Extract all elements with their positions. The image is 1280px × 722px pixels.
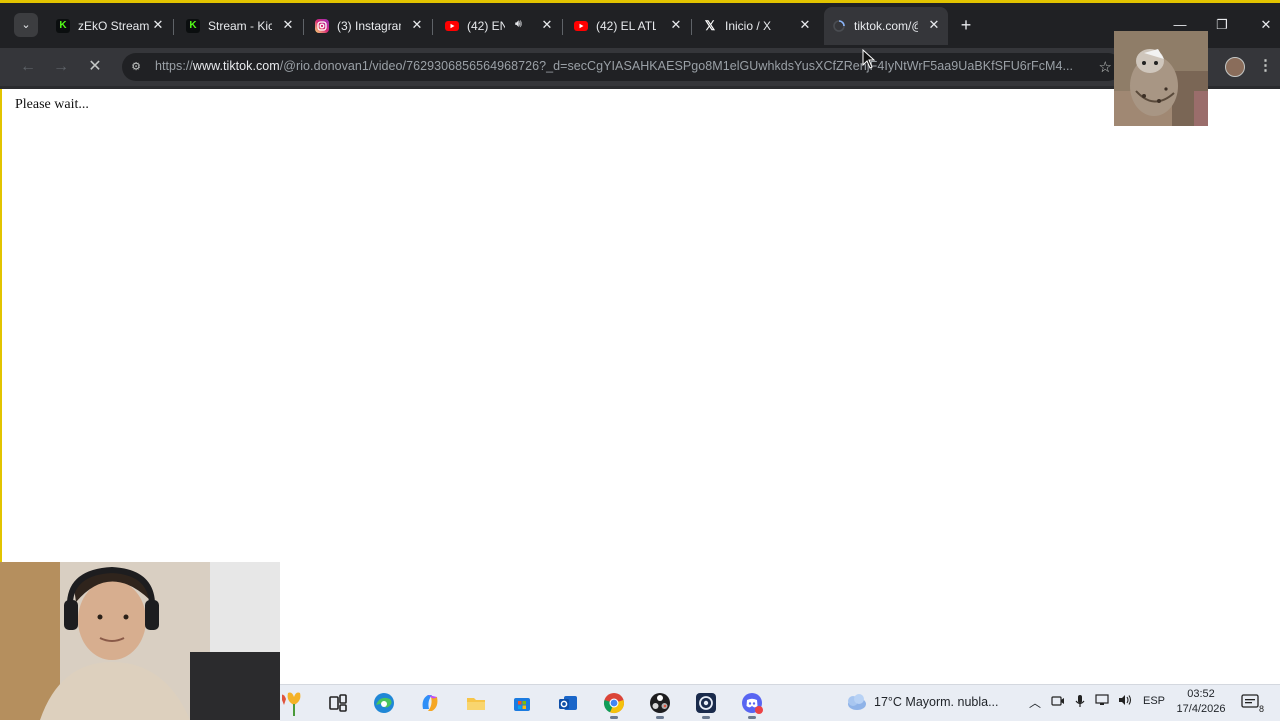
- tab-title: Stream - Kick: [208, 19, 272, 33]
- obs-icon[interactable]: [648, 691, 672, 715]
- page-loading-text: Please wait...: [15, 97, 89, 112]
- profile-avatar[interactable]: [1225, 57, 1245, 77]
- clock-date: 17/4/2026: [1176, 703, 1226, 715]
- windows-taskbar: 17°C Mayorm. nubla... ︿ ESP 03:52 17/4/2…: [280, 684, 1280, 721]
- weather-text[interactable]: 17°C Mayorm. nubla...: [874, 695, 999, 709]
- tulip-icon[interactable]: [280, 689, 310, 717]
- tab-youtube-el-atleti[interactable]: (42) EL ATLETI ✕: [566, 7, 690, 45]
- tab-instagram[interactable]: (3) Instagram ✕: [307, 7, 431, 45]
- url-text[interactable]: https://www.tiktok.com/@rio.donovan1/vid…: [155, 59, 1085, 73]
- running-indicator: [610, 716, 618, 719]
- discord-icon[interactable]: [740, 691, 764, 715]
- speaker-icon[interactable]: 🔊︎: [515, 18, 522, 31]
- meet-now-icon[interactable]: [1049, 694, 1067, 711]
- file-explorer-icon[interactable]: [464, 691, 488, 715]
- copilot-icon[interactable]: [418, 691, 442, 715]
- system-clock[interactable]: 03:52 17/4/2026: [1174, 687, 1228, 717]
- youtube-icon: [574, 19, 588, 33]
- volume-icon[interactable]: [1116, 694, 1134, 709]
- tab-title: tiktok.com/@: [854, 19, 918, 33]
- stop-loading-button[interactable]: ✕: [84, 56, 106, 78]
- tab-separator: [432, 19, 433, 35]
- close-icon: ✕: [1260, 17, 1272, 32]
- notification-count: 8: [1258, 704, 1264, 714]
- tab-strip: ⌄ K zEkO Stream ✕ K Stream - Kick ✕ (3) …: [0, 3, 1280, 48]
- tab-stream-kick[interactable]: K Stream - Kick ✕: [178, 7, 302, 45]
- plus-icon: +: [960, 15, 972, 35]
- tab-separator: [173, 19, 174, 35]
- network-icon[interactable]: [1093, 694, 1111, 709]
- microsoft-store-icon[interactable]: [510, 691, 534, 715]
- kick-icon: K: [56, 19, 70, 33]
- tab-zeko-stream[interactable]: K zEkO Stream ✕: [48, 7, 172, 45]
- close-icon[interactable]: ✕: [150, 17, 166, 33]
- arrow-right-icon: →: [53, 58, 69, 75]
- running-indicator: [702, 716, 710, 719]
- close-icon[interactable]: ✕: [409, 17, 425, 33]
- tab-title: (42) EL ATLETI: [596, 19, 656, 33]
- running-indicator: [656, 716, 664, 719]
- weather-cloud-icon[interactable]: [845, 692, 867, 712]
- bookmark-star-icon[interactable]: ☆: [1099, 58, 1112, 76]
- restore-icon: ❐: [1216, 17, 1228, 32]
- close-icon[interactable]: ✕: [280, 17, 296, 33]
- kick-icon: K: [186, 19, 200, 33]
- task-view-icon[interactable]: [326, 691, 350, 715]
- tab-x-inicio[interactable]: 𝕏 Inicio / X ✕: [695, 7, 819, 45]
- outlook-icon[interactable]: [556, 691, 580, 715]
- stop-icon: ✕: [88, 58, 102, 75]
- tab-separator: [303, 19, 304, 35]
- streaming-app-icon[interactable]: [694, 691, 718, 715]
- running-indicator: [748, 716, 756, 719]
- notification-icon[interactable]: 8: [1240, 693, 1264, 714]
- browser-toolbar: ← → ✕ ⚙︎ https://www.tiktok.com/@rio.don…: [0, 48, 1280, 86]
- chevron-down-icon: ⌄: [21, 19, 31, 31]
- webcam-overlay: [0, 562, 280, 720]
- forward-button[interactable]: →: [50, 56, 72, 78]
- clock-time: 03:52: [1187, 688, 1215, 700]
- close-icon[interactable]: ✕: [668, 17, 684, 33]
- loading-spinner-icon: [832, 19, 846, 33]
- tab-title: (3) Instagram: [337, 19, 401, 33]
- microphone-icon[interactable]: [1071, 694, 1089, 711]
- tab-separator: [562, 19, 563, 35]
- address-bar[interactable]: ⚙︎ https://www.tiktok.com/@rio.donovan1/…: [122, 53, 1122, 81]
- menu-dots-icon[interactable]: ⋮: [1258, 56, 1273, 74]
- toolbar-divider: [0, 86, 1280, 89]
- x-icon: 𝕏: [704, 18, 716, 33]
- new-tab-button[interactable]: +: [956, 15, 976, 35]
- close-icon[interactable]: ✕: [926, 17, 942, 33]
- tab-separator: [691, 19, 692, 35]
- close-window-button[interactable]: ✕: [1256, 15, 1276, 35]
- close-icon[interactable]: ✕: [797, 17, 813, 33]
- cat-image-overlay: [1114, 31, 1208, 126]
- site-info-icon[interactable]: ⚙︎: [128, 59, 144, 75]
- chevron-up-icon[interactable]: ︿: [1026, 694, 1044, 711]
- tab-title: (42) EN VIVO: [467, 19, 505, 33]
- language-indicator[interactable]: ESP: [1143, 695, 1165, 707]
- restore-button[interactable]: ❐: [1212, 15, 1232, 35]
- back-button[interactable]: ←: [17, 56, 39, 78]
- tab-youtube-en-vivo[interactable]: (42) EN VIVO 🔊︎ ✕: [437, 7, 561, 45]
- minimize-icon: —: [1173, 17, 1187, 32]
- instagram-icon: [315, 19, 329, 33]
- tab-search-button[interactable]: ⌄: [14, 13, 38, 37]
- youtube-icon: [445, 19, 459, 33]
- mouse-cursor-icon: [862, 48, 876, 74]
- arrow-left-icon: ←: [20, 58, 36, 75]
- edge-icon[interactable]: [372, 691, 396, 715]
- chrome-icon[interactable]: [602, 691, 626, 715]
- close-icon[interactable]: ✕: [539, 17, 555, 33]
- tab-tiktok-active[interactable]: tiktok.com/@ ✕: [824, 7, 948, 45]
